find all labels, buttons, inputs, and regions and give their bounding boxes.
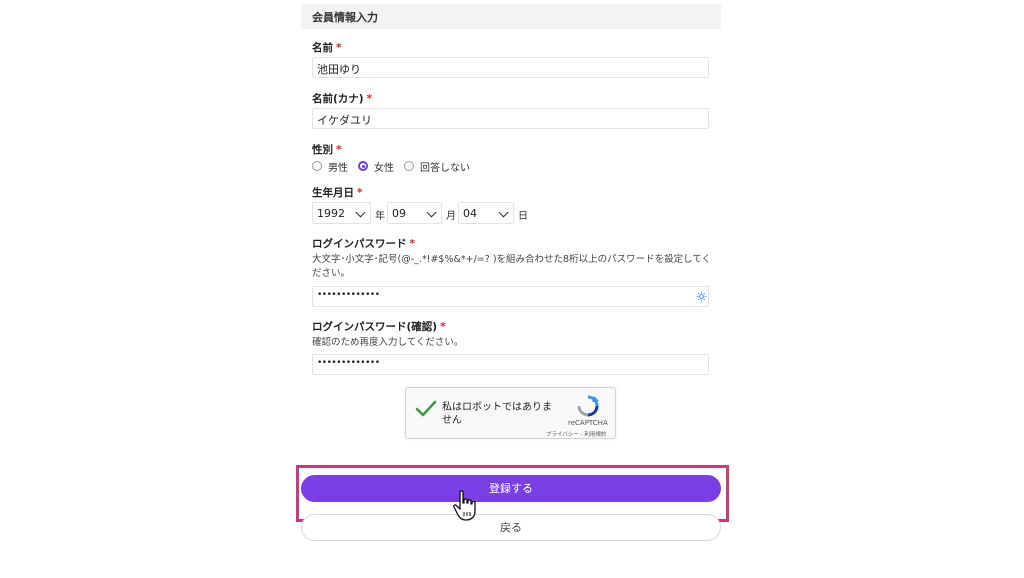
gender-radio-group: 男性 女性 回答しない	[312, 159, 480, 174]
year-unit: 年	[375, 211, 385, 222]
checkmark-icon[interactable]	[415, 400, 437, 418]
password-help-text: 大文字･小文字･記号(@-_.*!#$%&*+/=? )を組み合わせた8桁以上の…	[312, 254, 712, 279]
birth-year-select[interactable]: 1992	[312, 202, 371, 224]
birth-month-value: 09	[392, 207, 406, 220]
birth-day-select[interactable]: 04	[458, 202, 514, 224]
required-mark: *	[336, 42, 342, 54]
required-mark: *	[336, 144, 342, 156]
gender-option-label: 女性	[374, 162, 394, 174]
recaptcha-label: 私はロボットではありません	[442, 402, 552, 426]
password-confirm-label: ログインパスワード(確認) *	[312, 321, 446, 333]
submit-button[interactable]: 登録する	[301, 475, 721, 502]
gender-option-male[interactable]: 男性	[312, 159, 348, 174]
password-label: ログインパスワード *	[312, 238, 416, 250]
required-mark: *	[366, 93, 373, 105]
name-kana-label: 名前(カナ) *	[312, 93, 373, 105]
required-mark: *	[357, 187, 363, 199]
gender-option-label: 男性	[328, 162, 348, 174]
password-manager-icon[interactable]	[696, 291, 707, 302]
section-title: 会員情報入力	[312, 11, 378, 24]
hand-cursor-icon	[453, 490, 476, 521]
birthdate-label: 生年月日 *	[312, 187, 363, 199]
password-input-value: •••••••••••••	[317, 290, 380, 300]
gender-option-label: 回答しない	[420, 162, 470, 174]
chevron-down-icon	[355, 207, 366, 218]
chevron-down-icon	[426, 207, 437, 218]
name-label: 名前 *	[312, 42, 342, 54]
day-unit: 日	[518, 211, 528, 222]
radio-button-selected[interactable]	[358, 161, 368, 171]
name-kana-input-value: イケダユリ	[317, 114, 372, 127]
birth-year-value: 1992	[317, 207, 345, 220]
required-mark: *	[440, 321, 446, 333]
gender-option-no-answer[interactable]: 回答しない	[404, 159, 470, 174]
gender-option-female[interactable]: 女性	[358, 159, 394, 174]
chevron-down-icon	[498, 207, 509, 218]
birth-month-select[interactable]: 09	[387, 202, 442, 224]
required-mark: *	[409, 238, 416, 250]
month-unit: 月	[446, 211, 456, 222]
radio-button[interactable]	[312, 161, 322, 171]
name-input[interactable]	[312, 57, 709, 78]
birth-day-value: 04	[463, 207, 477, 220]
name-input-value: 池田ゆり	[317, 63, 361, 76]
gender-label: 性別 *	[312, 144, 342, 156]
password-confirm-help-text: 確認のため再度入力してください。	[312, 337, 464, 348]
password-confirm-input-value: •••••••••••••	[317, 358, 380, 368]
recaptcha-logo-icon	[577, 395, 599, 417]
back-button[interactable]: 戻る	[301, 514, 721, 541]
recaptcha-brand: reCAPTCHA	[568, 419, 608, 427]
recaptcha-links[interactable]: プライバシー - 利用規約	[546, 430, 606, 438]
radio-button[interactable]	[404, 161, 414, 171]
